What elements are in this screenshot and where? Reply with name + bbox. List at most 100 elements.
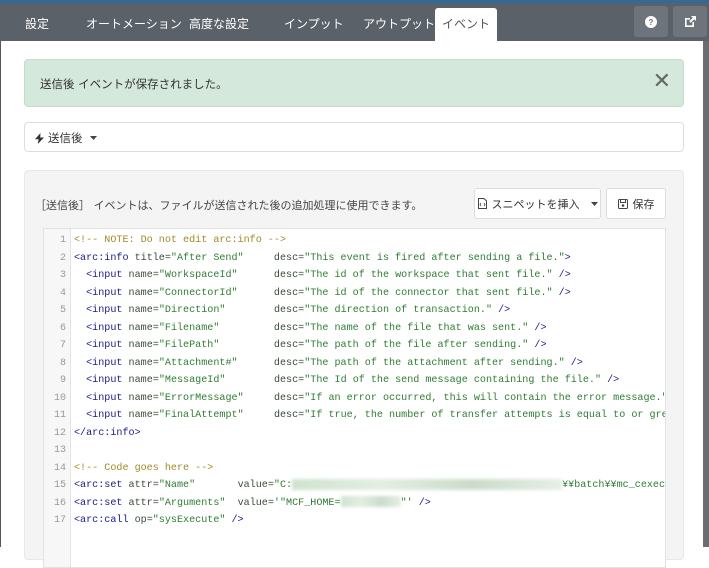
external-link-icon xyxy=(684,16,696,27)
line-number: 11 xyxy=(53,410,66,421)
line-number: 4 xyxy=(59,287,66,299)
code-token-tag: /> xyxy=(528,322,547,334)
code-line: <input name="Filename" desc="The name of… xyxy=(74,320,665,338)
code-token-attr: desc= xyxy=(273,392,305,404)
bolt-icon xyxy=(35,132,44,144)
window-left-border xyxy=(0,41,1,547)
code-line: <input name="Attachment#" desc="The path… xyxy=(74,355,665,373)
code-line: <input name="FilePath" desc="The path of… xyxy=(74,337,665,355)
line-number: 12 xyxy=(53,427,66,439)
tab-bar: 設定 オートメーション 高度な設定 インプット アウトプット イベント ? xyxy=(0,3,709,41)
tab-input[interactable]: インプット xyxy=(282,8,346,41)
code-line: <input name="WorkspaceId" desc="The id o… xyxy=(74,267,665,285)
insert-snippet-label: スニペットを挿入 xyxy=(491,197,580,211)
code-token-attr: name= xyxy=(128,392,159,404)
code-token-attr: name= xyxy=(128,305,159,316)
line-number: 3 xyxy=(59,270,66,281)
tab-automation[interactable]: オートメーション xyxy=(84,8,184,41)
event-selector-dropdown[interactable]: 送信後 xyxy=(24,122,684,152)
close-icon[interactable]: ✕ xyxy=(653,70,671,94)
code-token-attr: desc= xyxy=(273,322,305,334)
code-token-tag: > xyxy=(564,252,571,264)
tab-settings[interactable]: 設定 xyxy=(23,8,51,41)
code-line: </arc:info> xyxy=(74,425,665,443)
line-number: 15 xyxy=(53,480,66,491)
code-token-attr: name= xyxy=(128,410,159,421)
code-token-attr: desc= xyxy=(273,270,305,281)
line-number: 7 xyxy=(59,340,66,351)
save-label: 保存 xyxy=(632,197,655,211)
code-token-attr: name= xyxy=(128,287,159,299)
code-line: <input name="MessageId" desc="The Id of … xyxy=(74,372,665,390)
save-button[interactable]: 保存 xyxy=(606,188,666,219)
code-token-attr: desc= xyxy=(273,375,305,386)
code-token-attr: name= xyxy=(128,340,159,351)
code-line: <input name="ErrorMessage" desc="If an e… xyxy=(74,390,665,408)
code-token-attr: title= xyxy=(134,252,171,264)
code-token-str: "Arguments" xyxy=(158,497,226,509)
floppy-disk-icon xyxy=(617,198,628,209)
code-token-tag: <input xyxy=(86,270,129,281)
code-line: <!-- NOTE: Do not edit arc:info --> xyxy=(74,232,665,250)
line-number: 2 xyxy=(59,252,66,264)
line-number: 10 xyxy=(53,392,66,404)
code-token-comment: <!-- Code goes here --> xyxy=(74,462,214,474)
line-number: 1 xyxy=(59,235,66,246)
code-token-str: '"MCF_HOME= xyxy=(273,497,341,509)
line-number: 6 xyxy=(59,322,66,334)
tab-advanced-settings[interactable]: 高度な設定 xyxy=(187,8,251,41)
code-token-attr: op= xyxy=(134,515,153,526)
code-token-str: "Filename" xyxy=(158,322,220,334)
file-code-icon xyxy=(477,198,487,209)
code-token-str: "ErrorMessage" xyxy=(158,392,244,404)
caret-down-icon xyxy=(89,136,97,140)
open-external-button[interactable] xyxy=(673,6,707,37)
code-token-attr: attr= xyxy=(128,497,159,509)
code-token-tag: <input xyxy=(86,410,129,421)
code-token-attr: attr= xyxy=(128,480,159,491)
code-token-attr: name= xyxy=(128,270,159,281)
code-content[interactable]: <!-- NOTE: Do not edit arc:info --> <arc:… xyxy=(74,232,666,530)
code-token-str: "FinalAttempt" xyxy=(158,410,244,421)
code-token-str: "The id of the connector that sent file.… xyxy=(304,287,553,299)
code-token-attr: desc= xyxy=(273,305,305,316)
code-token-str: "FilePath" xyxy=(158,340,220,351)
line-number: 9 xyxy=(59,375,66,386)
code-token-tag: /> xyxy=(564,357,583,369)
question-circle-icon: ? xyxy=(645,15,657,28)
scrollbar[interactable] xyxy=(703,41,709,547)
code-token-tag: <arc:call xyxy=(74,515,135,526)
code-editor[interactable]: 1 2 3 4 5 6 7 8 9 10 11 12 13 14 15 16 17 <!-- NOTE: Do … xyxy=(43,228,666,568)
code-line: <arc:set attr="Name" value="C: ¥¥batch¥¥m… xyxy=(74,477,665,495)
svg-text:?: ? xyxy=(649,18,654,27)
tab-output[interactable]: アウトプット xyxy=(361,8,437,41)
code-token-attr: desc= xyxy=(273,410,305,421)
code-token-str: "This event is fired after sending a fil… xyxy=(304,252,565,264)
code-token-str: "If true, the number of transfer attempt… xyxy=(304,410,666,421)
selected-event: 送信後 xyxy=(48,131,83,145)
redacted-text xyxy=(340,496,401,508)
code-token-tag: /> xyxy=(601,375,620,386)
code-token-attr: value= xyxy=(237,497,274,509)
tab-events[interactable]: イベント xyxy=(435,8,497,41)
line-number: 16 xyxy=(53,497,66,509)
code-token-attr: name= xyxy=(128,375,159,386)
code-token-attr: desc= xyxy=(273,340,305,351)
caret-down-icon xyxy=(590,201,598,206)
code-token-str: "The path of the attachment after sendin… xyxy=(304,357,565,369)
insert-snippet-button[interactable]: スニペットを挿入 xyxy=(474,188,601,219)
help-button[interactable]: ? xyxy=(634,6,668,37)
